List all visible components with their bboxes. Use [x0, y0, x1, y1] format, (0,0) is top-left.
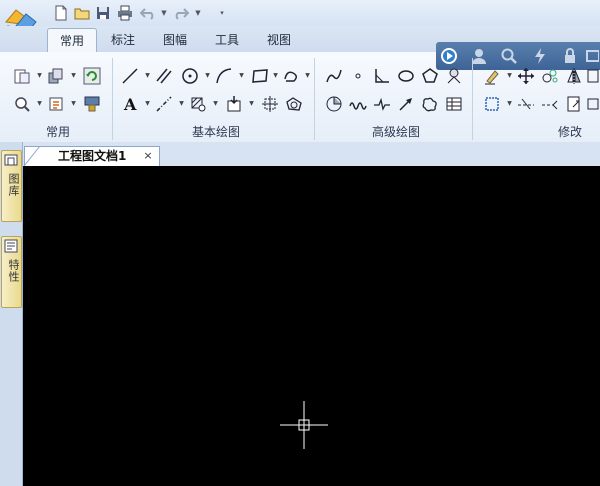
- group-separator: [314, 58, 315, 140]
- array-icon[interactable]: [586, 66, 600, 86]
- copy-icon[interactable]: [540, 66, 560, 86]
- library-icon: [4, 154, 18, 166]
- undo-dropdown-icon[interactable]: ▼: [160, 8, 168, 18]
- polyline-dropdown-icon[interactable]: ▼: [304, 72, 311, 80]
- tab-annotate[interactable]: 标注: [100, 28, 146, 52]
- trim-icon[interactable]: [516, 94, 536, 114]
- sheet-metal-icon[interactable]: [444, 66, 464, 86]
- insert-block-dropdown-icon[interactable]: ▼: [248, 100, 255, 108]
- spline-icon[interactable]: [324, 66, 344, 86]
- extend-icon[interactable]: [540, 94, 560, 114]
- circle-dropdown-icon[interactable]: ▼: [204, 72, 211, 80]
- group-label-basic-drawing: 基本绘图: [191, 125, 240, 139]
- customize-quick-access-icon[interactable]: ▾: [218, 8, 226, 18]
- circle-icon[interactable]: [180, 66, 200, 86]
- revision-cloud-icon[interactable]: [324, 94, 344, 114]
- layers-dropdown-icon[interactable]: ▼: [70, 72, 77, 80]
- group-label-common: 常用: [45, 125, 70, 139]
- group-label-modify: 修改: [557, 125, 582, 139]
- select-window-icon[interactable]: [482, 94, 502, 114]
- side-tab-properties-label: 特性: [7, 259, 20, 283]
- svg-text:A: A: [123, 95, 137, 113]
- side-tab-properties[interactable]: 特性: [1, 236, 22, 308]
- pentagon-icon[interactable]: [420, 66, 440, 86]
- properties-panel-icon: [4, 239, 18, 253]
- properties-dropdown-icon[interactable]: ▼: [70, 100, 77, 108]
- point-grid-icon[interactable]: [260, 94, 280, 114]
- text-dropdown-icon[interactable]: ▼: [144, 100, 151, 108]
- centerline-dropdown-icon[interactable]: ▼: [178, 100, 185, 108]
- side-tab-library[interactable]: 图库: [1, 150, 22, 222]
- undo-icon[interactable]: [139, 4, 157, 22]
- tab-sheet[interactable]: 图幅: [152, 28, 198, 52]
- erase-dropdown-icon[interactable]: ▼: [506, 72, 513, 80]
- side-tab-library-label: 图库: [7, 173, 20, 197]
- tab-common[interactable]: 常用: [47, 28, 97, 53]
- arc-dropdown-icon[interactable]: ▼: [238, 72, 245, 80]
- tab-tools[interactable]: 工具: [204, 28, 250, 52]
- group-label-advanced-drawing: 高级绘图: [371, 125, 420, 139]
- lightning-icon[interactable]: [529, 46, 551, 66]
- redo-icon[interactable]: [172, 4, 190, 22]
- move-icon[interactable]: [516, 66, 536, 86]
- mirror-icon[interactable]: [564, 66, 584, 86]
- parallel-line-icon[interactable]: [154, 66, 174, 86]
- polygon-shape-icon[interactable]: [284, 94, 304, 114]
- point-icon[interactable]: [348, 66, 368, 86]
- insert-block-icon[interactable]: [224, 94, 244, 114]
- save-icon[interactable]: [94, 4, 112, 22]
- line-icon[interactable]: [120, 66, 140, 86]
- group-separator: [112, 58, 113, 140]
- new-file-icon[interactable]: [52, 4, 70, 22]
- text-icon[interactable]: A: [120, 94, 140, 114]
- break-line-icon[interactable]: [372, 94, 392, 114]
- crosshair-cursor-icon: [280, 401, 328, 449]
- arc-icon[interactable]: [214, 66, 234, 86]
- redo-dropdown-icon[interactable]: ▼: [194, 8, 202, 18]
- zoom-icon[interactable]: [12, 94, 32, 114]
- refresh-icon[interactable]: [82, 66, 102, 86]
- arrow-icon[interactable]: [396, 94, 416, 114]
- document-tab-notch-icon: [24, 146, 41, 166]
- tab-view[interactable]: 视图: [256, 28, 302, 52]
- clipboard-dropdown-icon[interactable]: ▼: [36, 72, 43, 80]
- lock-icon[interactable]: [559, 46, 581, 66]
- stretch-icon[interactable]: [564, 94, 584, 114]
- ellipse-icon[interactable]: [396, 66, 416, 86]
- properties-icon[interactable]: [46, 94, 66, 114]
- polyline-icon[interactable]: [282, 66, 302, 86]
- document-tab-label: 工程图文档1: [58, 149, 127, 163]
- layers-icon[interactable]: [46, 66, 66, 86]
- search-icon[interactable]: [498, 46, 520, 66]
- table-grid-icon[interactable]: [444, 94, 464, 114]
- window-icon[interactable]: [584, 46, 600, 66]
- zoom-dropdown-icon[interactable]: ▼: [36, 100, 43, 108]
- clipboard-icon[interactable]: [12, 66, 32, 86]
- hatch-icon[interactable]: [188, 94, 208, 114]
- select-window-dropdown-icon[interactable]: ▼: [506, 100, 513, 108]
- print-icon[interactable]: [116, 4, 134, 22]
- erase-icon[interactable]: [482, 66, 502, 86]
- play-icon[interactable]: [438, 46, 460, 66]
- close-icon[interactable]: ×: [142, 150, 154, 162]
- group-separator: [472, 58, 473, 140]
- centerline-icon[interactable]: [154, 94, 174, 114]
- angle-icon[interactable]: [372, 66, 392, 86]
- hatch-dropdown-icon[interactable]: ▼: [212, 100, 219, 108]
- rectangle-dropdown-icon[interactable]: ▼: [272, 72, 279, 80]
- freehand-curve-icon[interactable]: [420, 94, 440, 114]
- line-dropdown-icon[interactable]: ▼: [144, 72, 151, 80]
- wave-line-icon[interactable]: [348, 94, 368, 114]
- rectangle-icon[interactable]: [250, 66, 270, 86]
- open-folder-icon[interactable]: [73, 4, 91, 22]
- scale-icon[interactable]: [586, 94, 600, 114]
- format-painter-icon[interactable]: [82, 94, 102, 114]
